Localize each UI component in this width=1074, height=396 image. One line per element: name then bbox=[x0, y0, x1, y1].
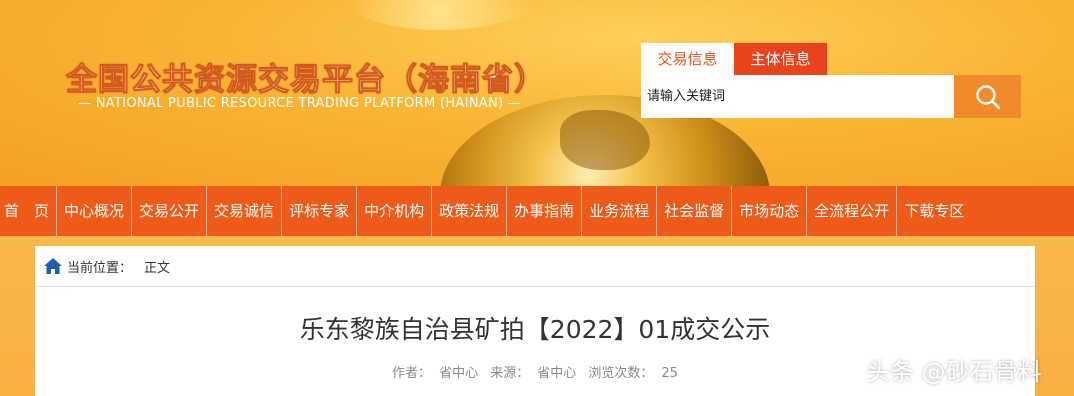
nav-item-home[interactable]: 首 页 bbox=[0, 186, 58, 236]
search-icon bbox=[975, 84, 1000, 109]
source-value: 省中心 bbox=[537, 366, 577, 381]
breadcrumb-label: 当前位置： bbox=[67, 260, 133, 276]
nav-item-trade-credit[interactable]: 交易诚信 bbox=[207, 186, 283, 236]
nav-item-market-news[interactable]: 市场动态 bbox=[732, 186, 808, 236]
breadcrumb: 当前位置： 正文 bbox=[35, 246, 1035, 287]
views-label: 浏览次数： bbox=[588, 366, 654, 381]
search-box bbox=[641, 75, 954, 118]
author-value: 省中心 bbox=[439, 366, 479, 381]
nav-item-agencies[interactable]: 中介机构 bbox=[357, 186, 433, 236]
nav-item-downloads[interactable]: 下载专区 bbox=[897, 186, 971, 236]
main-nav: 首 页 中心概况 交易公开 交易诚信 评标专家 中介机构 政策法规 办事指南 业… bbox=[0, 186, 1074, 236]
tab-trade-info[interactable]: 交易信息 bbox=[641, 43, 734, 75]
nav-item-supervision[interactable]: 社会监督 bbox=[657, 186, 733, 236]
nav-item-trade-public[interactable]: 交易公开 bbox=[132, 186, 208, 236]
nav-item-guide[interactable]: 办事指南 bbox=[507, 186, 583, 236]
nav-item-about[interactable]: 中心概况 bbox=[57, 186, 133, 236]
nav-item-experts[interactable]: 评标专家 bbox=[282, 186, 358, 236]
watermark: 头条 @砂石骨料 bbox=[866, 358, 1042, 386]
search-tabs: 交易信息 主体信息 bbox=[641, 43, 827, 75]
home-icon[interactable] bbox=[43, 257, 63, 275]
site-title[interactable]: 全国公共资源交易平台（海南省） bbox=[66, 54, 546, 99]
article-title: 乐东黎族自治县矿拍【2022】01成交公示 bbox=[299, 315, 771, 344]
author-label: 作者： bbox=[392, 366, 432, 381]
tab-entity-info[interactable]: 主体信息 bbox=[734, 43, 827, 75]
search-input[interactable] bbox=[641, 75, 947, 118]
search-button[interactable] bbox=[954, 75, 1021, 118]
header-glow bbox=[330, 0, 550, 30]
views-value: 25 bbox=[661, 366, 678, 381]
nav-item-full-process[interactable]: 全流程公开 bbox=[807, 186, 898, 236]
nav-item-policies[interactable]: 政策法规 bbox=[432, 186, 508, 236]
site-subtitle: — NATIONAL PUBLIC RESOURCE TRADING PLATF… bbox=[78, 96, 522, 111]
site-header: 全国公共资源交易平台（海南省） — NATIONAL PUBLIC RESOUR… bbox=[0, 0, 1074, 186]
nav-item-process[interactable]: 业务流程 bbox=[582, 186, 658, 236]
breadcrumb-current: 正文 bbox=[144, 260, 171, 276]
source-label: 来源： bbox=[490, 366, 530, 381]
